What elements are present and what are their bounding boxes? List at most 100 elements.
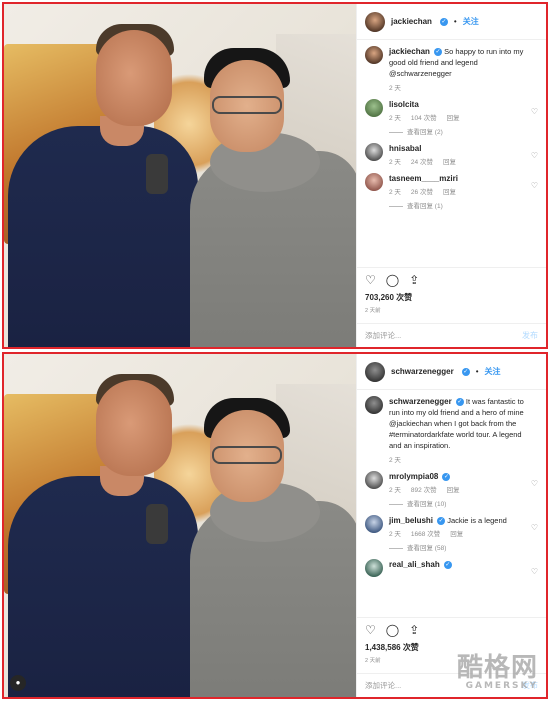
comment-item: lisolcita 2 天 104 次赞 回复 查看回复 (2) ♡ — [365, 99, 538, 138]
person-right-glasses — [212, 96, 282, 114]
verified-badge-icon: ✓ — [443, 561, 452, 570]
verified-badge-icon: ✓ — [442, 473, 451, 482]
post-header: jackiechan ✓ • 关注 — [357, 4, 546, 40]
caption-mention[interactable]: @schwarzenegger — [389, 69, 452, 78]
comment-likes[interactable]: 104 次赞 — [411, 113, 437, 124]
follow-button[interactable]: 关注 — [485, 366, 501, 377]
reply-button[interactable]: 回复 — [447, 485, 460, 496]
share-icon[interactable]: ⇪ — [409, 623, 419, 637]
comment-likes[interactable]: 24 次赞 — [411, 157, 433, 168]
post-photo[interactable]: ● — [4, 354, 356, 697]
comment-time: 2 天 — [389, 159, 401, 166]
comment-time: 2 天 — [389, 487, 401, 494]
post-photo[interactable] — [4, 4, 356, 347]
reply-button[interactable]: 回复 — [447, 113, 460, 124]
comment-icon[interactable]: ◯ — [386, 273, 399, 287]
post-time: 2 天前 — [365, 308, 381, 314]
caption-text-mid: when I got back from the — [434, 419, 517, 428]
separator-dot: • — [475, 367, 479, 376]
caption-username[interactable]: jackiechan — [389, 47, 430, 56]
caption: jackiechan ✓ So happy to run into my goo… — [365, 46, 538, 94]
verified-badge-icon: ✓ — [439, 17, 448, 26]
avatar[interactable] — [365, 143, 383, 161]
action-bar: ♡ ◯ ⇪ 703,260 次赞 2 天前 — [357, 267, 546, 323]
comment-heart-icon[interactable]: ♡ — [531, 523, 538, 532]
person-left-head — [96, 380, 172, 476]
add-comment-input[interactable]: 添加评论... — [365, 680, 401, 691]
caption-mention[interactable]: @jackiechan — [389, 419, 432, 428]
comment-item: jim_belushi ✓ Jackie is a legend 2 天 166… — [365, 515, 538, 554]
heart-icon[interactable]: ♡ — [365, 273, 376, 287]
comment-heart-icon[interactable]: ♡ — [531, 567, 538, 576]
view-replies-link[interactable]: 查看回复 (58) — [389, 543, 526, 554]
caption: schwarzenegger ✓ It was fantastic to run… — [365, 396, 538, 466]
comment-item: mrolympia08 ✓ 2 天 892 次赞 回复 查看回复 (10) ♡ — [365, 471, 538, 510]
caption-username[interactable]: schwarzenegger — [389, 397, 452, 406]
comment-heart-icon[interactable]: ♡ — [531, 181, 538, 190]
avatar[interactable] — [365, 471, 383, 489]
post-panel-schwarzenegger: ● schwarzenegger ✓ • 关注 schwarzenegger ✓… — [2, 352, 548, 699]
person-left-head — [96, 30, 172, 126]
comment-likes[interactable]: 1668 次赞 — [411, 529, 440, 540]
add-comment-input[interactable]: 添加评论... — [365, 330, 401, 341]
view-replies-link[interactable]: 查看回复 (2) — [389, 127, 526, 138]
header-username[interactable]: jackiechan — [391, 17, 432, 26]
verified-badge-icon: ✓ — [437, 517, 446, 526]
avatar[interactable] — [365, 46, 383, 64]
comment-time: 2 天 — [389, 115, 401, 122]
comment-heart-icon[interactable]: ♡ — [531, 151, 538, 160]
comment-username[interactable]: mrolympia08 — [389, 472, 438, 481]
caption-hashtag[interactable]: #terminatordarkfate — [389, 430, 454, 439]
comment-heart-icon[interactable]: ♡ — [531, 479, 538, 488]
comment-list[interactable]: jackiechan ✓ So happy to run into my goo… — [357, 40, 546, 267]
comment-icon[interactable]: ◯ — [386, 623, 399, 637]
post-sidebar: jackiechan ✓ • 关注 jackiechan ✓ So happy … — [356, 4, 546, 347]
post-sidebar: schwarzenegger ✓ • 关注 schwarzenegger ✓ I… — [356, 354, 546, 697]
view-replies-link[interactable]: 查看回复 (10) — [389, 499, 526, 510]
comment-heart-icon[interactable]: ♡ — [531, 107, 538, 116]
comment-username[interactable]: hnisabal — [389, 144, 421, 153]
comment-item: hnisabal 2 天 24 次赞 回复 ♡ — [365, 143, 538, 168]
avatar[interactable] — [365, 173, 383, 191]
reply-button[interactable]: 回复 — [443, 157, 456, 168]
avatar[interactable] — [365, 11, 385, 32]
person-left-shirt — [8, 476, 198, 697]
heart-icon[interactable]: ♡ — [365, 623, 376, 637]
header-username[interactable]: schwarzenegger — [391, 367, 454, 376]
person-right-glasses — [212, 446, 282, 464]
watermark-logo-text: 酷格网 — [456, 653, 538, 683]
avatar[interactable] — [365, 99, 383, 117]
verified-badge-icon: ✓ — [434, 48, 443, 57]
avatar[interactable] — [365, 559, 383, 577]
view-replies-link[interactable]: 查看回复 (1) — [389, 201, 526, 212]
comment-username[interactable]: jim_belushi — [389, 516, 433, 525]
site-watermark: 酷格网 GAMERSKY — [457, 647, 538, 691]
comment-item: tasneem____mziri 2 天 26 次赞 回复 查看回复 (1) ♡ — [365, 173, 538, 212]
comment-text: Jackie is a legend — [447, 516, 507, 525]
post-comment-button[interactable]: 发布 — [522, 330, 538, 341]
avatar[interactable] — [365, 396, 383, 414]
comment-time: 2 天 — [389, 189, 401, 196]
watermark-subtext: GAMERSKY — [465, 681, 538, 691]
share-icon[interactable]: ⇪ — [409, 273, 419, 287]
user-tags-icon[interactable]: ● — [10, 675, 26, 691]
comment-item: real_ali_shah ✓ ♡ — [365, 559, 538, 577]
person-left-shirt — [8, 126, 198, 347]
reply-button[interactable]: 回复 — [443, 187, 456, 198]
post-panel-jackiechan: jackiechan ✓ • 关注 jackiechan ✓ So happy … — [2, 2, 548, 349]
post-header: schwarzenegger ✓ • 关注 — [357, 354, 546, 390]
comment-likes[interactable]: 26 次赞 — [411, 187, 433, 198]
comment-likes[interactable]: 892 次赞 — [411, 485, 437, 496]
verified-badge-icon: ✓ — [455, 398, 464, 407]
like-count[interactable]: 703,260 次赞 — [365, 292, 538, 303]
person-left-sunglasses — [146, 154, 168, 194]
avatar[interactable] — [365, 515, 383, 533]
reply-button[interactable]: 回复 — [450, 529, 463, 540]
comment-username[interactable]: lisolcita — [389, 100, 419, 109]
avatar[interactable] — [365, 361, 385, 382]
comment-list[interactable]: schwarzenegger ✓ It was fantastic to run… — [357, 390, 546, 617]
follow-button[interactable]: 关注 — [463, 16, 479, 27]
comment-username[interactable]: tasneem____mziri — [389, 174, 458, 183]
comment-username[interactable]: real_ali_shah — [389, 560, 440, 569]
caption-time: 2 天 — [389, 457, 401, 464]
